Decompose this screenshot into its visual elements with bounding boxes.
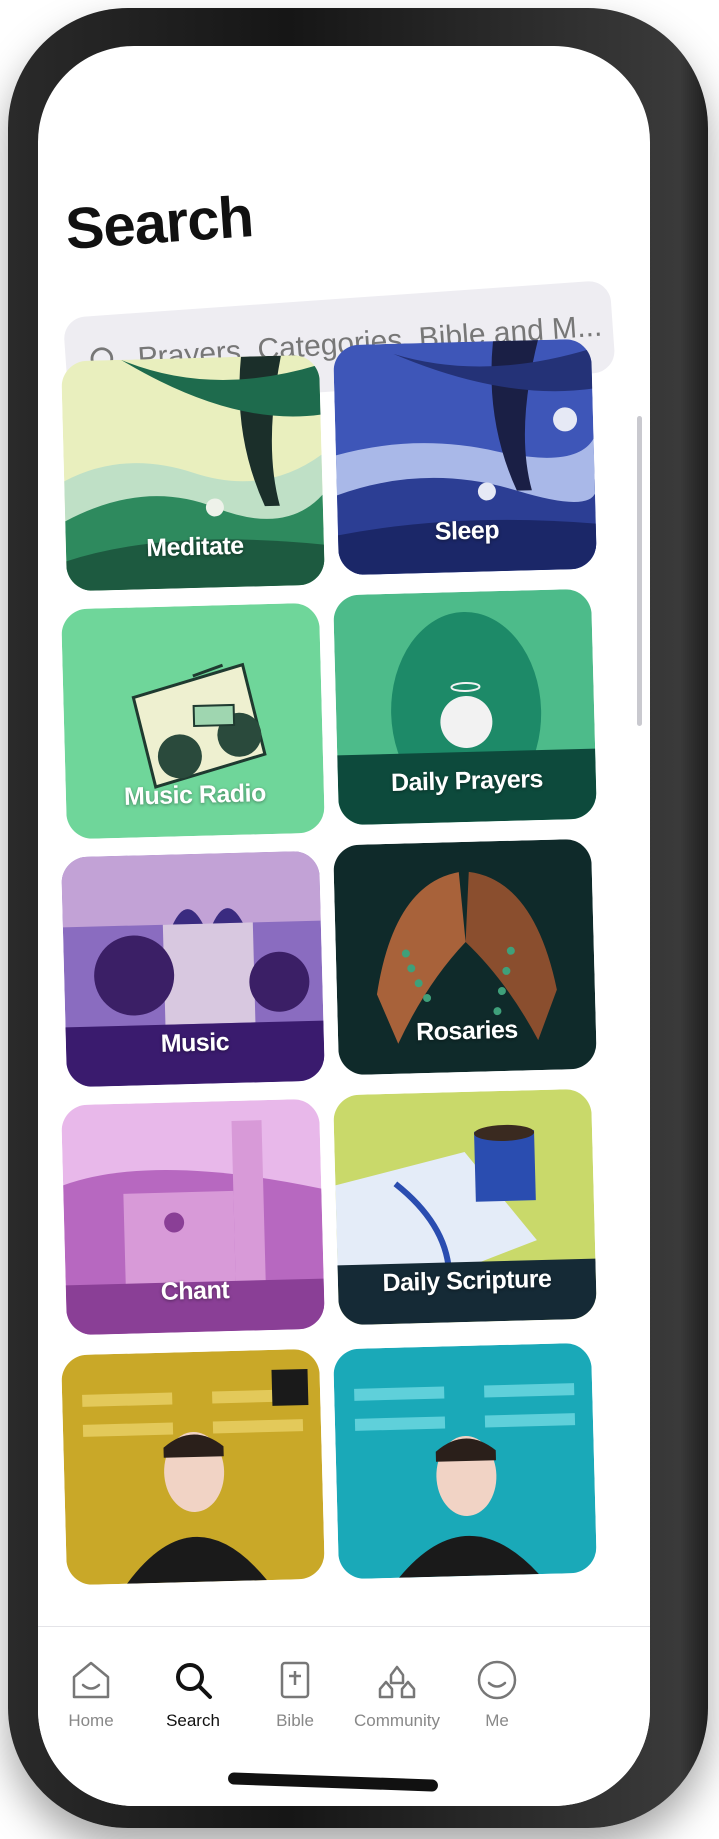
tile-meditate[interactable]: Meditate [61, 354, 325, 592]
tile-sleep[interactable]: Sleep [333, 338, 597, 576]
scrollbar[interactable] [637, 416, 642, 726]
phone-frame: Search Prayers, Categories, Bible and M.… [8, 8, 708, 1828]
tab-home[interactable]: Home [38, 1657, 146, 1731]
tab-label: Home [68, 1711, 114, 1730]
tab-label: Search [166, 1711, 220, 1730]
tile-chant[interactable]: Chant [61, 1098, 325, 1336]
tab-bible[interactable]: Bible [240, 1657, 350, 1731]
tab-me[interactable]: Me [442, 1657, 552, 1731]
bible-icon [280, 1661, 310, 1699]
tile-podcast-left[interactable] [61, 1348, 325, 1586]
tile-daily-scripture[interactable]: Daily Scripture [333, 1088, 597, 1326]
search-icon [176, 1663, 212, 1699]
app-screen: Search Prayers, Categories, Bible and M.… [38, 46, 650, 1806]
tile-rosaries[interactable]: Rosaries [333, 838, 597, 1076]
priest-illustration [61, 1348, 325, 1586]
tab-label: Me [485, 1711, 509, 1730]
tile-music-radio[interactable]: Music Radio [61, 602, 325, 840]
home-icon [72, 1661, 110, 1699]
tile-podcast-right[interactable] [333, 1342, 597, 1580]
tab-search[interactable]: Search [138, 1657, 248, 1731]
tab-label: Bible [276, 1711, 314, 1730]
priest-illustration [333, 1342, 597, 1580]
tab-label: Community [354, 1711, 440, 1730]
category-grid: Meditate Sleep Music Radio Daily Prayers… [38, 46, 650, 1686]
community-icon [378, 1665, 416, 1699]
tab-community[interactable]: Community [342, 1657, 452, 1731]
tile-music[interactable]: Music [61, 850, 325, 1088]
me-icon [477, 1660, 517, 1700]
tile-daily-prayers[interactable]: Daily Prayers [333, 588, 597, 826]
